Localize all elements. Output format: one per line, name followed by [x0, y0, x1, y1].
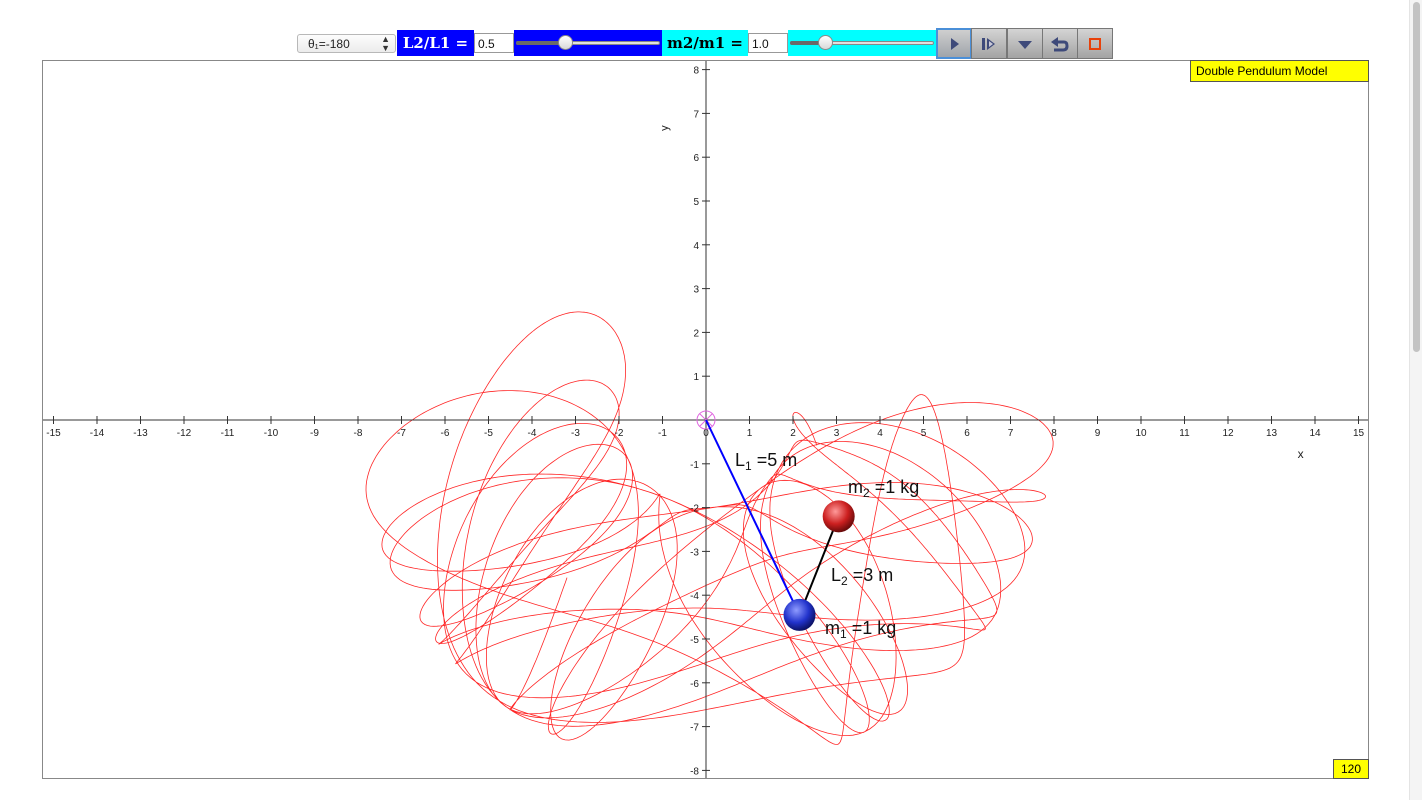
mass-1-label: m1 =1 kg — [825, 618, 896, 641]
x-tick-label: 3 — [834, 428, 840, 439]
length-ratio-label: L2/L1 = — [397, 30, 474, 56]
x-tick-label: 15 — [1353, 428, 1365, 439]
y-tick-label: -7 — [690, 723, 699, 734]
x-tick-label: -9 — [310, 428, 319, 439]
x-tick-label: -15 — [46, 428, 61, 439]
x-tick-label: -10 — [264, 428, 279, 439]
plot-area[interactable]: -15 -14 -13 -12 -11 -10 -9 -8 -7 -6 -5 -4 -3 -2 -1 0 1 2 3… — [42, 60, 1369, 779]
step-forward-icon — [982, 37, 995, 50]
y-tick-label: -3 — [690, 547, 699, 558]
x-tick-label: 12 — [1222, 428, 1234, 439]
x-tick-label: -12 — [177, 428, 192, 439]
y-tick-label: -2 — [690, 504, 699, 515]
mass-ratio-slider[interactable] — [788, 30, 936, 56]
step-counter: 120 — [1333, 759, 1369, 779]
model-title: Double Pendulum Model — [1190, 60, 1369, 82]
x-tick-label: 2 — [790, 428, 796, 439]
x-tick-label: -14 — [90, 428, 105, 439]
rod-2-length-label: L2 =3 m — [831, 565, 893, 588]
x-tick-label: 10 — [1135, 428, 1147, 439]
step-button[interactable] — [971, 28, 1007, 59]
x-tick-label: 0 — [703, 428, 709, 439]
length-ratio-slider[interactable] — [514, 30, 662, 56]
x-tick-label: -3 — [571, 428, 580, 439]
y-tick-label: 2 — [693, 328, 699, 339]
y-tick-label: -6 — [690, 679, 699, 690]
y-tick-label: 1 — [693, 372, 699, 383]
stop-button[interactable] — [1077, 28, 1113, 59]
toolbar: θ₁=-180 ▲ ▼ L2/L1 = 0.5 m2/m1 = 1.0 — [0, 0, 1422, 60]
x-tick-label: 4 — [877, 428, 883, 439]
slider-thumb[interactable] — [558, 35, 574, 50]
pendulum-plot: -15 -14 -13 -12 -11 -10 -9 -8 -7 -6 -5 -4 -3 -2 -1 0 1 2 3… — [43, 61, 1368, 778]
x-tick-label: 7 — [1008, 428, 1014, 439]
mass-ratio-label: m2/m1 = — [662, 30, 748, 56]
x-tick-label: 6 — [964, 428, 970, 439]
x-tick-label: 13 — [1266, 428, 1278, 439]
x-tick-label: 14 — [1309, 428, 1321, 439]
x-tick-label: -5 — [484, 428, 493, 439]
x-tick-label: 5 — [921, 428, 927, 439]
y-tick-label: 7 — [693, 109, 699, 120]
mass-ratio-input[interactable]: 1.0 — [748, 33, 788, 53]
mass-2-bob — [822, 500, 855, 533]
theta-select-value: θ₁=-180 — [308, 37, 350, 51]
slider-thumb[interactable] — [818, 35, 833, 50]
y-tick-label: -1 — [690, 460, 699, 471]
mass-2-label: m2 =1 kg — [848, 477, 919, 500]
x-tick-label: -2 — [615, 428, 624, 439]
x-tick-label: -4 — [528, 428, 537, 439]
x-tick-label: -11 — [221, 428, 235, 439]
dropdown-button[interactable] — [1007, 28, 1043, 59]
x-axis-label: x — [1298, 447, 1304, 461]
x-tick-label: 9 — [1095, 428, 1101, 439]
y-tick-label: -4 — [690, 591, 699, 602]
x-tick-label: -6 — [441, 428, 450, 439]
y-tick-label: 4 — [693, 241, 699, 252]
y-tick-label: -5 — [690, 635, 699, 646]
x-tick-label: 8 — [1051, 428, 1057, 439]
x-tick-label: -1 — [658, 428, 667, 439]
theta-select[interactable]: θ₁=-180 ▲ ▼ — [297, 34, 396, 53]
y-tick-label: 3 — [693, 285, 699, 296]
y-tick-label: 6 — [693, 153, 699, 164]
trajectory-trace — [365, 311, 1054, 745]
play-icon — [951, 37, 959, 50]
x-tick-label: 1 — [747, 428, 753, 439]
x-tick-label: -8 — [354, 428, 363, 439]
length-ratio-input[interactable]: 0.5 — [474, 33, 514, 53]
select-arrows-icon: ▲ ▼ — [381, 34, 390, 53]
y-tick-label: 5 — [693, 197, 699, 208]
y-axis-label: y — [659, 125, 671, 131]
reset-button[interactable] — [1042, 28, 1078, 59]
x-tick-label: 11 — [1179, 428, 1190, 439]
rod-1-length-label: L1 =5 m — [735, 450, 797, 473]
play-button[interactable] — [936, 28, 972, 59]
stop-icon — [1089, 37, 1101, 50]
x-tick-label: -13 — [133, 428, 148, 439]
mass-1-bob — [783, 598, 816, 631]
y-tick-label: 8 — [693, 66, 699, 77]
scrollbar[interactable] — [1409, 0, 1422, 800]
dropdown-icon — [1018, 40, 1032, 49]
y-tick-label: -8 — [690, 766, 699, 777]
scrollbar-thumb[interactable] — [1413, 2, 1420, 352]
x-tick-label: -7 — [397, 428, 406, 439]
reset-icon — [1051, 36, 1069, 51]
